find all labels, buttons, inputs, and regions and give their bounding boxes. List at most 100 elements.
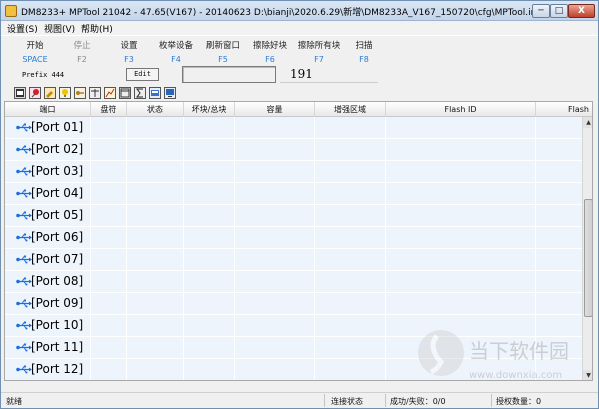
col-flash[interactable]: Flash xyxy=(536,102,592,117)
table-cell[interactable] xyxy=(91,183,127,204)
table-cell[interactable] xyxy=(91,337,127,358)
table-cell[interactable] xyxy=(315,293,386,314)
erase-good-blocks-button[interactable]: 擦除好块 F6 xyxy=(247,39,293,64)
port-cell[interactable]: [Port 12] xyxy=(5,359,91,380)
table-cell[interactable] xyxy=(235,249,315,270)
table-cell[interactable] xyxy=(235,337,315,358)
col-bad-total[interactable]: 坏块/总块 xyxy=(184,102,235,117)
table-row[interactable]: [Port 06] xyxy=(5,227,582,249)
table-cell[interactable] xyxy=(127,249,184,270)
table-cell[interactable] xyxy=(127,227,184,248)
table-row[interactable]: [Port 04] xyxy=(5,183,582,205)
table-cell[interactable] xyxy=(184,139,235,160)
port-cell[interactable]: [Port 11] xyxy=(5,337,91,358)
table-row[interactable]: [Port 09] xyxy=(5,293,582,315)
maximize-button[interactable]: □ xyxy=(550,4,568,18)
col-status[interactable]: 状态 xyxy=(127,102,184,117)
table-cell[interactable] xyxy=(184,227,235,248)
scale-icon[interactable] xyxy=(89,87,101,99)
title-bar[interactable]: DM8233+ MPTool 21042 - 47.65(V167) - 201… xyxy=(1,1,598,21)
grid-view-icon[interactable] xyxy=(14,87,26,99)
table-cell[interactable] xyxy=(315,337,386,358)
port-cell[interactable]: [Port 04] xyxy=(5,183,91,204)
table-cell[interactable] xyxy=(91,205,127,226)
table-cell[interactable] xyxy=(235,161,315,182)
scroll-thumb[interactable] xyxy=(584,199,592,317)
table-row[interactable]: [Port 07] xyxy=(5,249,582,271)
port-cell[interactable]: [Port 08] xyxy=(5,271,91,292)
table-cell[interactable] xyxy=(386,161,536,182)
table-cell[interactable] xyxy=(91,315,127,336)
table-row[interactable]: [Port 01] xyxy=(5,117,582,139)
port-cell[interactable]: [Port 07] xyxy=(5,249,91,270)
table-cell[interactable] xyxy=(184,293,235,314)
table-cell[interactable] xyxy=(184,249,235,270)
table-cell[interactable] xyxy=(127,161,184,182)
table-cell[interactable] xyxy=(235,183,315,204)
vertical-scrollbar[interactable]: ▲ ▼ xyxy=(582,117,592,380)
table-cell[interactable] xyxy=(386,183,536,204)
table-cell[interactable] xyxy=(184,117,235,138)
table-row[interactable]: [Port 08] xyxy=(5,271,582,293)
scroll-up-arrow-icon[interactable]: ▲ xyxy=(583,117,592,128)
port-cell[interactable]: [Port 06] xyxy=(5,227,91,248)
table-cell[interactable] xyxy=(127,359,184,380)
table-cell[interactable] xyxy=(386,117,536,138)
col-enhanced[interactable]: 增强区域 xyxy=(315,102,386,117)
pin-icon[interactable] xyxy=(29,87,41,99)
table-cell[interactable] xyxy=(184,183,235,204)
port-cell[interactable]: [Port 02] xyxy=(5,139,91,160)
table-cell[interactable] xyxy=(184,315,235,336)
port-cell[interactable]: [Port 03] xyxy=(5,161,91,182)
table-cell[interactable] xyxy=(127,205,184,226)
table-cell[interactable] xyxy=(386,271,536,292)
start-button[interactable]: 开始 SPACE xyxy=(12,39,58,64)
table-cell[interactable] xyxy=(315,249,386,270)
monitor-icon[interactable] xyxy=(164,87,176,99)
table-cell[interactable] xyxy=(127,271,184,292)
table-cell[interactable] xyxy=(127,139,184,160)
menu-settings[interactable]: 设置(S) xyxy=(7,22,38,35)
table-cell[interactable] xyxy=(315,227,386,248)
enumerate-devices-button[interactable]: 枚举设备 F4 xyxy=(153,39,199,64)
table-cell[interactable] xyxy=(91,293,127,314)
table-cell[interactable] xyxy=(91,117,127,138)
table-cell[interactable] xyxy=(91,227,127,248)
table-cell[interactable] xyxy=(315,161,386,182)
table-cell[interactable] xyxy=(315,183,386,204)
table-cell[interactable] xyxy=(315,205,386,226)
prefix-field[interactable] xyxy=(182,66,276,83)
bulb-icon[interactable] xyxy=(59,87,71,99)
refresh-window-button[interactable]: 刷新窗口 F5 xyxy=(200,39,246,64)
table-cell[interactable] xyxy=(127,337,184,358)
table-cell[interactable] xyxy=(91,161,127,182)
table-cell[interactable] xyxy=(315,271,386,292)
table-cell[interactable] xyxy=(315,359,386,380)
table-cell[interactable] xyxy=(184,359,235,380)
chart-icon[interactable] xyxy=(104,87,116,99)
table-cell[interactable] xyxy=(386,249,536,270)
export-icon[interactable] xyxy=(149,87,161,99)
key-icon[interactable] xyxy=(74,87,86,99)
col-drive[interactable]: 盘符 xyxy=(91,102,127,117)
table-cell[interactable] xyxy=(184,205,235,226)
col-port[interactable]: 端口 xyxy=(5,102,91,117)
scroll-down-arrow-icon[interactable]: ▼ xyxy=(583,370,592,380)
window-icon[interactable] xyxy=(119,87,131,99)
table-cell[interactable] xyxy=(386,293,536,314)
edit-button[interactable]: Edit xyxy=(126,68,159,81)
table-row[interactable]: [Port 05] xyxy=(5,205,582,227)
table-cell[interactable] xyxy=(184,161,235,182)
table-cell[interactable] xyxy=(315,315,386,336)
table-cell[interactable] xyxy=(127,293,184,314)
table-cell[interactable] xyxy=(127,117,184,138)
table-row[interactable]: [Port 03] xyxy=(5,161,582,183)
minimize-button[interactable]: ─ xyxy=(532,4,550,18)
table-row[interactable]: [Port 02] xyxy=(5,139,582,161)
table-cell[interactable] xyxy=(235,227,315,248)
table-cell[interactable] xyxy=(184,271,235,292)
scan-button[interactable]: 扫描 F8 xyxy=(341,39,387,64)
erase-all-blocks-button[interactable]: 擦除所有块 F7 xyxy=(294,39,344,64)
table-cell[interactable] xyxy=(315,117,386,138)
sum-icon[interactable] xyxy=(134,87,146,99)
